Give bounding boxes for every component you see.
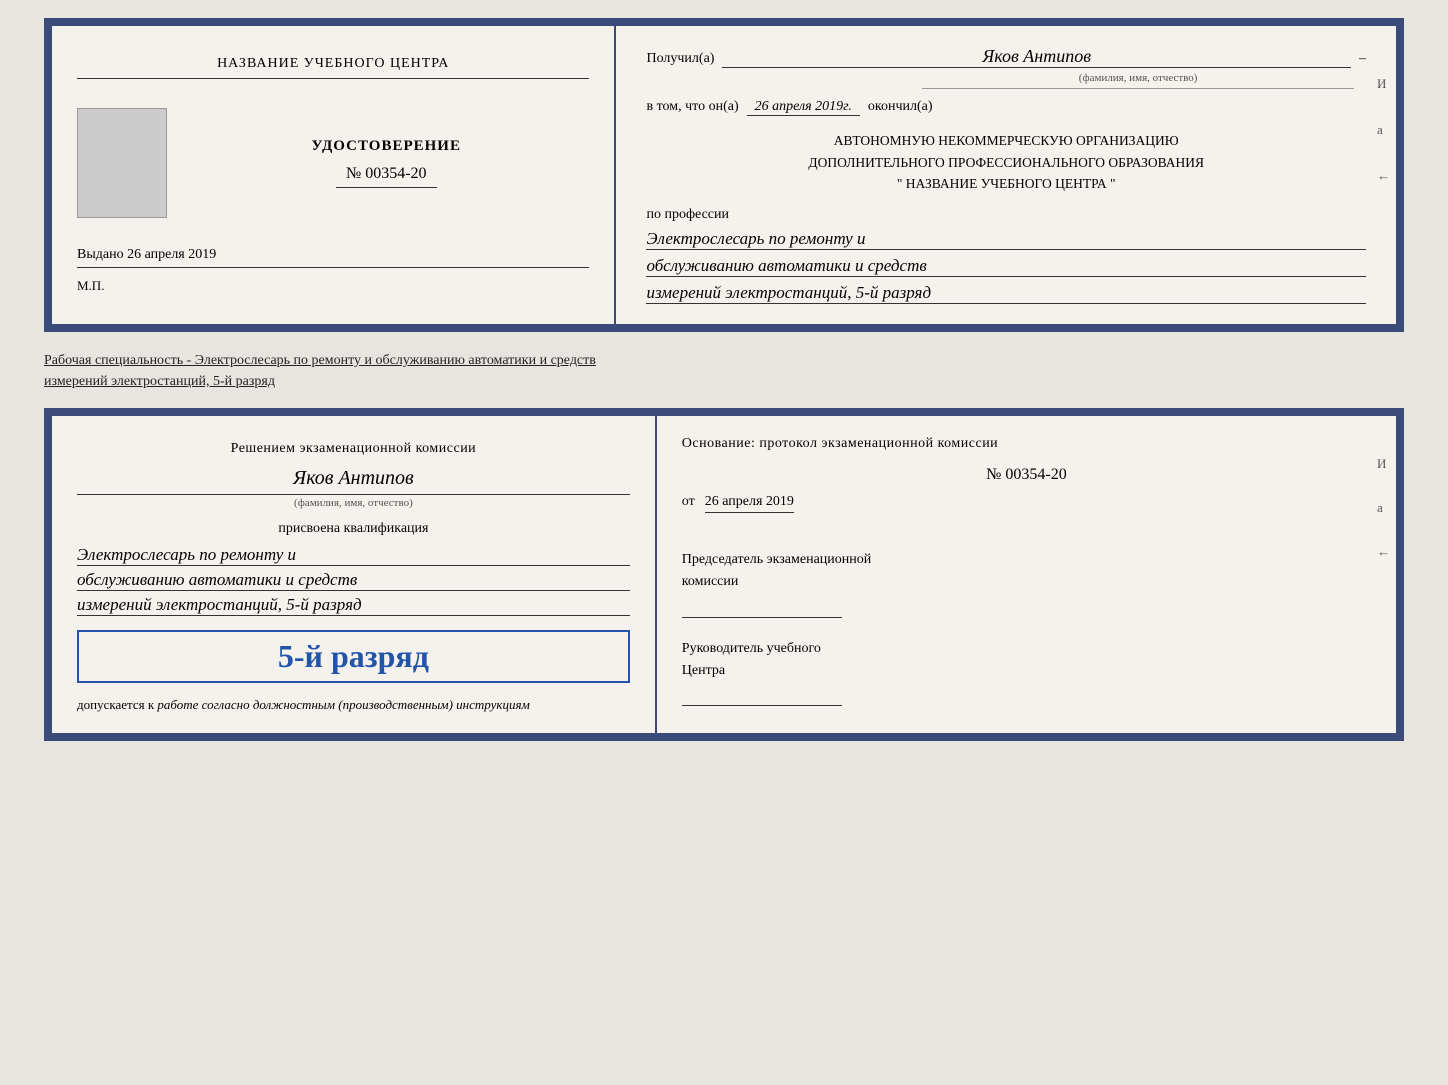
qual-profession-line1: Электрослесарь по ремонту и: [77, 545, 630, 566]
diploma-bottom-section: Выдано 26 апреля 2019 М.П.: [77, 247, 589, 294]
side-mark-a: а: [1377, 122, 1390, 138]
vtom-line: в том, что он(а) 26 апреля 2019г. окончи…: [646, 99, 1366, 116]
org-line2: ДОПОЛНИТЕЛЬНОГО ПРОФЕССИОНАЛЬНОГО ОБРАЗО…: [646, 152, 1366, 174]
chairman-label2: комиссии: [682, 571, 1371, 593]
udostoverenie-block: УДОСТОВЕРЕНИЕ № 00354-20: [183, 138, 589, 188]
qual-profession-line2: обслуживанию автоматики и средств: [77, 570, 630, 591]
middle-description: Рабочая специальность - Электрослесарь п…: [44, 342, 1404, 400]
profession-line2: обслуживанию автоматики и средств: [646, 256, 1366, 277]
org-line3: " НАЗВАНИЕ УЧЕБНОГО ЦЕНТРА ": [646, 173, 1366, 195]
osnovanie-title: Основание: протокол экзаменационной коми…: [682, 436, 1371, 452]
middle-text-line2: измерений электростанций, 5-й разряд: [44, 371, 1404, 392]
org-block: АВТОНОМНУЮ НЕКОММЕРЧЕСКУЮ ОРГАНИЗАЦИЮ ДО…: [646, 130, 1366, 195]
chairman-block: Председатель экзаменационной комиссии: [682, 549, 1371, 618]
qualification-document: Решением экзаменационной комиссии Яков А…: [44, 408, 1404, 741]
profession-line1: Электрослесарь по ремонту и: [646, 229, 1366, 250]
diploma-middle-section: УДОСТОВЕРЕНИЕ № 00354-20: [77, 108, 589, 218]
side-marks-qual: И а ←: [1377, 456, 1390, 560]
dopusk-label: допускается к: [77, 697, 154, 712]
side-marks: И а ←: [1377, 76, 1390, 184]
diploma-left-panel: НАЗВАНИЕ УЧЕБНОГО ЦЕНТРА УДОСТОВЕРЕНИЕ №…: [52, 26, 616, 324]
ruk-block: Руководитель учебного Центра: [682, 638, 1371, 707]
protocol-number: № 00354-20: [682, 466, 1371, 484]
vtom-date: 26 апреля 2019г.: [747, 99, 860, 116]
chairman-label: Председатель экзаменационной: [682, 549, 1371, 571]
diploma-document: НАЗВАНИЕ УЧЕБНОГО ЦЕНТРА УДОСТОВЕРЕНИЕ №…: [44, 18, 1404, 332]
okonchill-label: окончил(а): [868, 99, 933, 115]
dopuskaetsya-line: допускается к работе согласно должностны…: [77, 697, 630, 713]
ot-label: от: [682, 494, 695, 509]
org-line1: АВТОНОМНУЮ НЕКОММЕРЧЕСКУЮ ОРГАНИЗАЦИЮ: [646, 130, 1366, 152]
vydano-line: Выдано 26 апреля 2019: [77, 247, 589, 268]
resheniem-title: Решением экзаменационной комиссии: [77, 441, 630, 457]
ot-line-wrapper: от 26 апреля 2019: [682, 492, 1371, 533]
qual-side-mark-a: а: [1377, 500, 1390, 516]
prisvoena-line: присвоена квалификация: [77, 521, 630, 537]
po-professii: по профессии: [646, 207, 1366, 223]
fio-subtitle: (фамилия, имя, отчество): [922, 72, 1354, 89]
fio-sub-ql: (фамилия, имя, отчество): [77, 497, 630, 509]
recipient-name: Яков Антипов: [722, 46, 1351, 68]
qual-left-panel: Решением экзаменационной комиссии Яков А…: [52, 416, 657, 733]
side-mark-arrow: ←: [1377, 168, 1390, 184]
qual-right-panel: Основание: протокол экзаменационной коми…: [657, 416, 1396, 733]
qual-profession-line3: измерений электростанций, 5-й разряд: [77, 595, 630, 616]
photo-placeholder: [77, 108, 167, 218]
vtom-label: в том, что он(а): [646, 99, 738, 115]
side-mark-i: И: [1377, 76, 1390, 92]
diploma-right-panel: Получил(а) Яков Антипов – (фамилия, имя,…: [616, 26, 1396, 324]
applicant-name: Яков Антипов: [77, 467, 630, 495]
udostoverenie-number: № 00354-20: [336, 161, 437, 188]
recipient-dash: –: [1359, 51, 1366, 67]
middle-text-line1: Рабочая специальность - Электрослесарь п…: [44, 350, 1404, 371]
profession-line3: измерений электростанций, 5-й разряд: [646, 283, 1366, 304]
ruk-label2: Центра: [682, 660, 1371, 682]
poluchil-label: Получил(а): [646, 51, 714, 67]
vydano-date: 26 апреля 2019: [127, 247, 216, 262]
ot-date: 26 апреля 2019: [705, 494, 794, 513]
qual-side-mark-i: И: [1377, 456, 1390, 472]
ruk-label: Руководитель учебного: [682, 638, 1371, 660]
udostoverenie-title: УДОСТОВЕРЕНИЕ: [311, 138, 461, 155]
dopusk-italic: работе согласно должностным (производств…: [157, 697, 529, 712]
qual-side-mark-arrow: ←: [1377, 544, 1390, 560]
mp-label: М.П.: [77, 278, 589, 294]
razryad-badge: 5-й разряд: [77, 630, 630, 683]
school-name-top: НАЗВАНИЕ УЧЕБНОГО ЦЕНТРА: [77, 56, 589, 79]
recipient-line: Получил(а) Яков Антипов –: [646, 46, 1366, 68]
ruk-signature-line: [682, 686, 842, 706]
chairman-signature-line: [682, 598, 842, 618]
vydano-label: Выдано: [77, 247, 124, 262]
